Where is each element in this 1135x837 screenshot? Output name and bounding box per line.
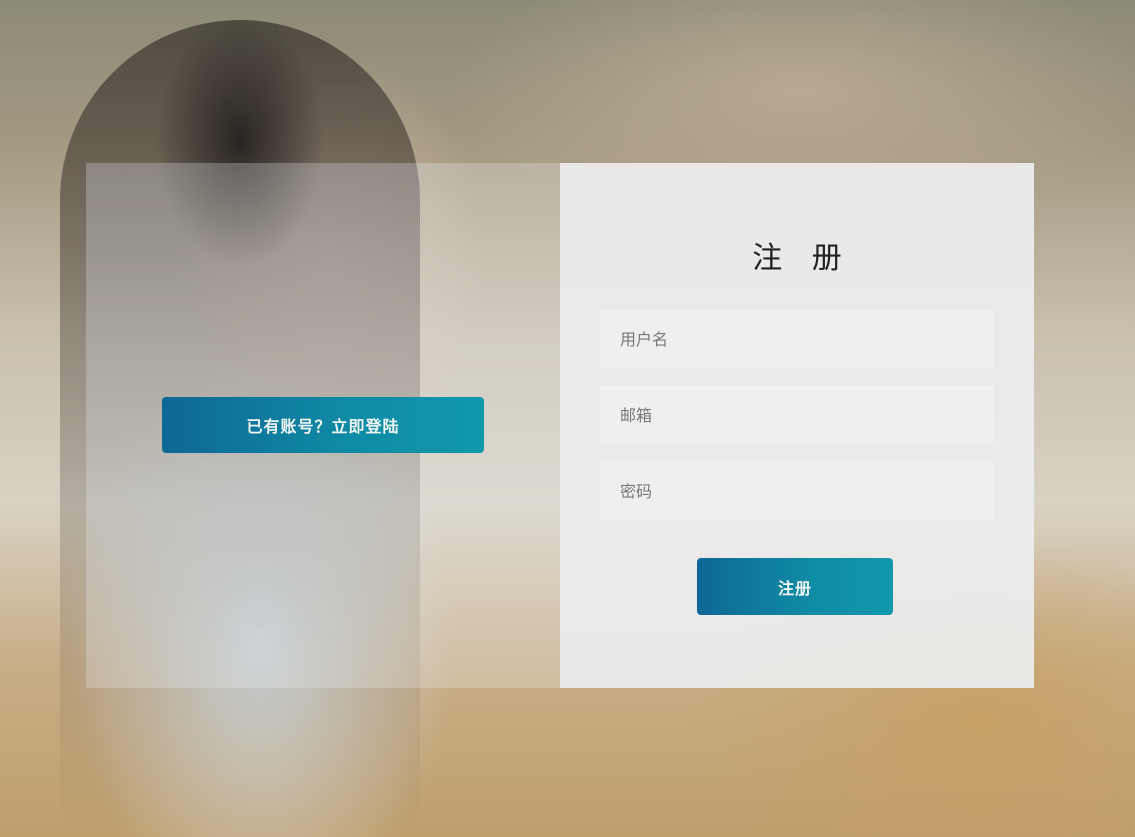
register-title: 注 册 (752, 241, 852, 276)
email-input[interactable] (600, 386, 994, 444)
password-input[interactable] (600, 462, 994, 520)
register-submit-button[interactable]: 注册 (697, 558, 893, 615)
login-switch-panel: 已有账号？立即登陆 (86, 163, 560, 688)
username-input[interactable] (600, 310, 994, 368)
go-to-login-button[interactable]: 已有账号？立即登陆 (162, 397, 484, 453)
register-form-panel: 注 册 注册 (560, 163, 1034, 688)
auth-card: 已有账号？立即登陆 注 册 注册 (86, 163, 1034, 688)
